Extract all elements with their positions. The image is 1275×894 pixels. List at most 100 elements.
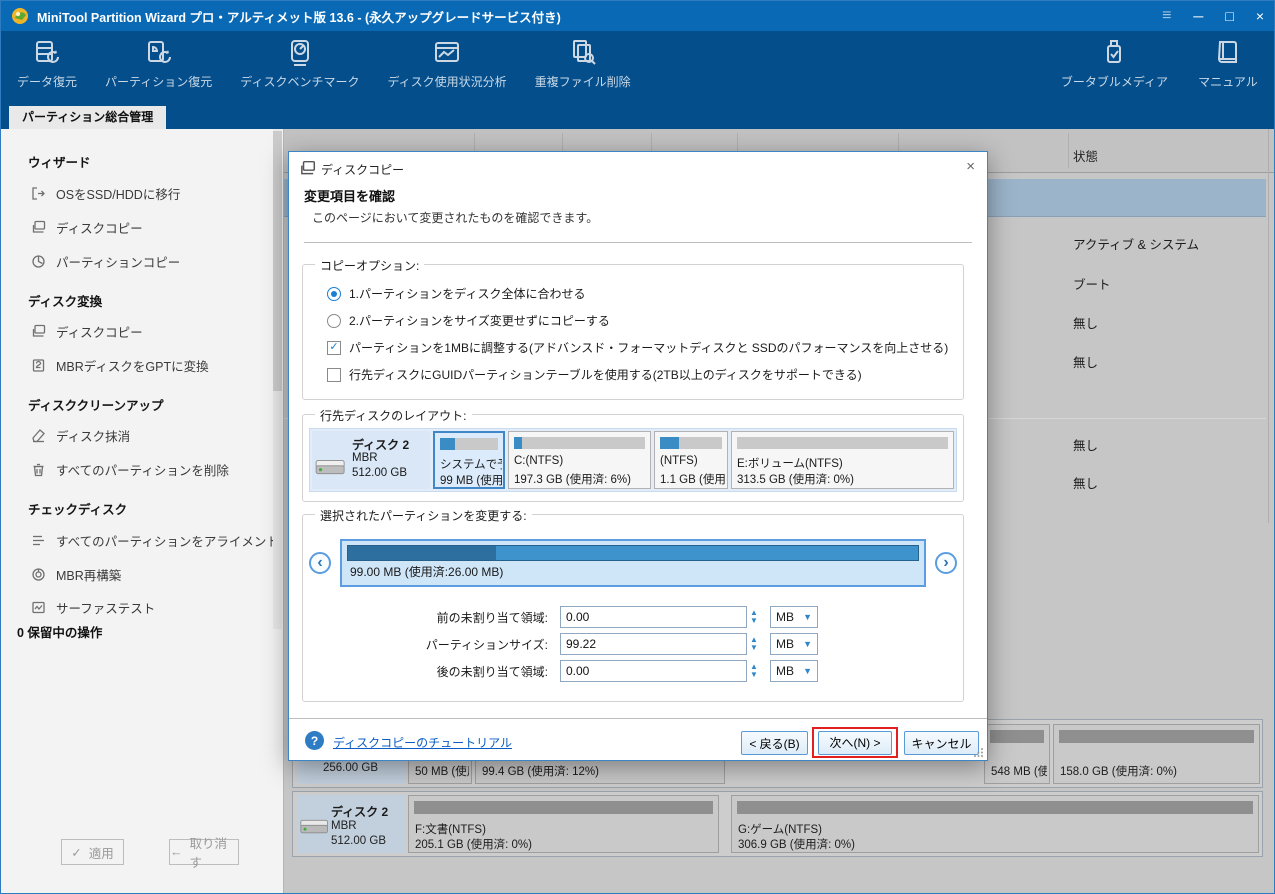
disk-usage-analysis-icon (435, 42, 460, 62)
undo-icon: ← (170, 845, 183, 859)
sidebar-item-align-all-partitions[interactable]: すべてのパーティションをアライメント (31, 531, 279, 550)
group-legend: 選択されたパーティションを変更する: (315, 507, 532, 524)
spinner-down-icon[interactable]: ▼ (750, 644, 758, 652)
sidebar-item-rebuild-mbr[interactable]: MBR再構築 (31, 565, 121, 584)
option-label: パーティションを1MBに調整する(アドバンスド・フォーマットディスクと SSDの… (349, 341, 949, 355)
option-copy-without-resize[interactable]: 2.パーティションをサイズ変更せずにコピーする (327, 312, 610, 329)
unit-select[interactable]: MB ▼ (770, 633, 818, 655)
sidebar-item-partition-copy[interactable]: パーティションコピー (31, 252, 180, 271)
toolbar-disk-benchmark[interactable]: ディスクベンチマーク (240, 38, 359, 90)
disk2-info-tile[interactable]: ディスク 2 MBR 512.00 GB (297, 795, 405, 853)
sidebar-item-label: OSをSSD/HDDに移行 (56, 188, 181, 202)
unallocated-after-input[interactable] (560, 660, 747, 682)
pending-operations: 0 保留中の操作 (17, 626, 103, 640)
partition-bar-row: ‹ 99.00 MB (使用済:26.00 MB) › (309, 539, 957, 587)
checkbox-checked-icon[interactable]: ✓ (327, 340, 341, 355)
status-cell: 無し (1073, 439, 1099, 453)
partition-size: 313.5 GB (使用済: 0%) (737, 474, 854, 486)
disk1-partition-tile[interactable]: 548 MB (使用 (984, 724, 1050, 784)
surface-test-icon (32, 601, 45, 614)
mbr-to-gpt-icon (32, 359, 45, 372)
cancel-button[interactable]: キャンセル (904, 731, 979, 755)
spinner-control[interactable]: ▲ ▼ (747, 660, 761, 682)
maximize-button[interactable]: □ (1225, 1, 1233, 31)
selected-partition-box[interactable]: 99.00 MB (使用済:26.00 MB) (340, 539, 926, 587)
spinner-control[interactable]: ▲ ▼ (747, 633, 761, 655)
close-button[interactable]: × (1256, 1, 1264, 31)
partition-size-bar[interactable] (347, 545, 919, 561)
partition-size: 99.4 GB (使用済: 12%) (482, 766, 599, 778)
dialog-close-icon[interactable]: × (966, 158, 975, 175)
undo-button[interactable]: ← 取り消す (169, 837, 239, 870)
sidebar-item-wipe-disk[interactable]: ディスク抹消 (31, 426, 130, 445)
minimize-button[interactable]: ─ (1193, 1, 1203, 31)
partition-recovery-icon (147, 41, 171, 63)
toolbar-bootable-media[interactable]: ブータブルメディア (1061, 38, 1168, 90)
status-column-header: 状態 (1073, 150, 1099, 164)
apply-button[interactable]: ✓ 適用 (61, 839, 124, 865)
spinner-down-icon[interactable]: ▼ (750, 671, 758, 679)
group-legend: 行先ディスクのレイアウト: (315, 407, 472, 424)
back-button[interactable]: < 戻る(B) (741, 731, 808, 755)
usage-bar (414, 801, 713, 814)
copy-options-group: コピーオプション: 1.パーティションをディスク全体に合わせる 2.パーティショ… (302, 257, 964, 400)
partition-name: F:文書(NTFS) (415, 824, 486, 836)
radio-unselected-icon[interactable] (327, 313, 341, 328)
option-label: 1.パーティションをディスク全体に合わせる (349, 287, 586, 301)
toolbar-space-analyzer[interactable]: ディスク使用状況分析 (387, 38, 507, 90)
partition-size-label: 99.00 MB (使用済:26.00 MB) (350, 565, 504, 579)
next-button[interactable]: 次へ(N) > (818, 730, 892, 755)
partition-name: E:ボリューム(NTFS) (737, 458, 843, 470)
partition-name: C:(NTFS) (514, 455, 564, 467)
toolbar-partition-recovery[interactable]: パーティション復元 (105, 38, 212, 90)
usage-bar (990, 730, 1044, 743)
sidebar-item-mbr-to-gpt[interactable]: MBRディスクをGPTに変換 (31, 356, 209, 375)
dialog-title: ディスクコピー (321, 163, 405, 177)
help-icon[interactable]: ? (305, 731, 324, 750)
toolbar-label: パーティション復元 (105, 75, 213, 89)
sidebar-item-delete-all-partitions[interactable]: すべてのパーティションを削除 (31, 460, 229, 479)
partition-size: 306.9 GB (使用済: 0%) (738, 839, 855, 851)
layout-partition-ntfs[interactable]: (NTFS) 1.1 GB (使用済 (654, 431, 728, 489)
option-use-guid[interactable]: 行先ディスクにGUIDパーティションテーブルを使用する(2TB以上のディスクをサ… (327, 366, 862, 383)
dialog-heading: 変更項目を確認 (304, 189, 396, 204)
menu-icon[interactable]: ≡ (1162, 1, 1171, 31)
tab-partition-management[interactable]: パーティション総合管理 (9, 106, 167, 129)
tutorial-link[interactable]: ディスクコピーのチュートリアル (333, 734, 512, 751)
layout-partition-c[interactable]: C:(NTFS) 197.3 GB (使用済: 6%) (508, 431, 651, 489)
previous-partition-button[interactable]: ‹ (309, 552, 331, 574)
sidebar-item-label: パーティションコピー (56, 256, 181, 270)
window-title: MiniTool Partition Wizard プロ・アルティメット版 13… (37, 10, 561, 25)
layout-partition-e[interactable]: E:ボリューム(NTFS) 313.5 GB (使用済: 0%) (731, 431, 954, 489)
next-partition-button[interactable]: › (935, 552, 957, 574)
sidebar-item-surface-test[interactable]: サーファステスト (31, 598, 155, 617)
resize-grip[interactable] (974, 747, 984, 757)
dropdown-icon: ▼ (803, 666, 812, 676)
layout-partition-system-reserved[interactable]: システムで予約 99 MB (使用済 (433, 431, 505, 489)
sidebar-item-disk-copy2[interactable]: ディスクコピー (31, 322, 143, 341)
radio-selected-icon[interactable] (327, 286, 341, 301)
toolbar-data-recovery[interactable]: データ復元 (17, 38, 77, 90)
checkbox-unchecked-icon[interactable] (327, 367, 341, 382)
sidebar-scrollbar[interactable] (273, 129, 282, 629)
option-align-1mb[interactable]: ✓ パーティションを1MBに調整する(アドバンスド・フォーマットディスクと SS… (327, 339, 948, 356)
sidebar-item-migrate-os[interactable]: OSをSSD/HDDに移行 (31, 184, 180, 203)
partition-size-input[interactable] (560, 633, 747, 655)
unit-select[interactable]: MB ▼ (770, 660, 818, 682)
sidebar-item-disk-copy[interactable]: ディスクコピー (31, 218, 143, 237)
disk2-partition-f[interactable]: F:文書(NTFS) 205.1 GB (使用済: 0%) (408, 795, 719, 853)
toolbar-manual[interactable]: マニュアル (1198, 38, 1258, 90)
disk1-partition-tile[interactable]: 158.0 GB (使用済: 0%) (1053, 724, 1260, 784)
option-fit-partitions[interactable]: 1.パーティションをディスク全体に合わせる (327, 285, 585, 302)
manual-book-icon (1217, 41, 1237, 63)
toolbar-duplicate-file-finder[interactable]: 重複ファイル削除 (535, 38, 631, 90)
disk2-partition-g[interactable]: G:ゲーム(NTFS) 306.9 GB (使用済: 0%) (731, 795, 1259, 853)
rebuild-mbr-icon (32, 568, 45, 581)
spinner-down-icon[interactable]: ▼ (750, 617, 758, 625)
unit-select[interactable]: MB ▼ (770, 606, 818, 628)
spinner-control[interactable]: ▲ ▼ (747, 606, 761, 628)
scrollbar-thumb[interactable] (273, 131, 282, 391)
unallocated-before-input[interactable] (560, 606, 747, 628)
toolbar-label: ディスクベンチマーク (240, 75, 360, 89)
partition-copy-icon (32, 255, 45, 268)
